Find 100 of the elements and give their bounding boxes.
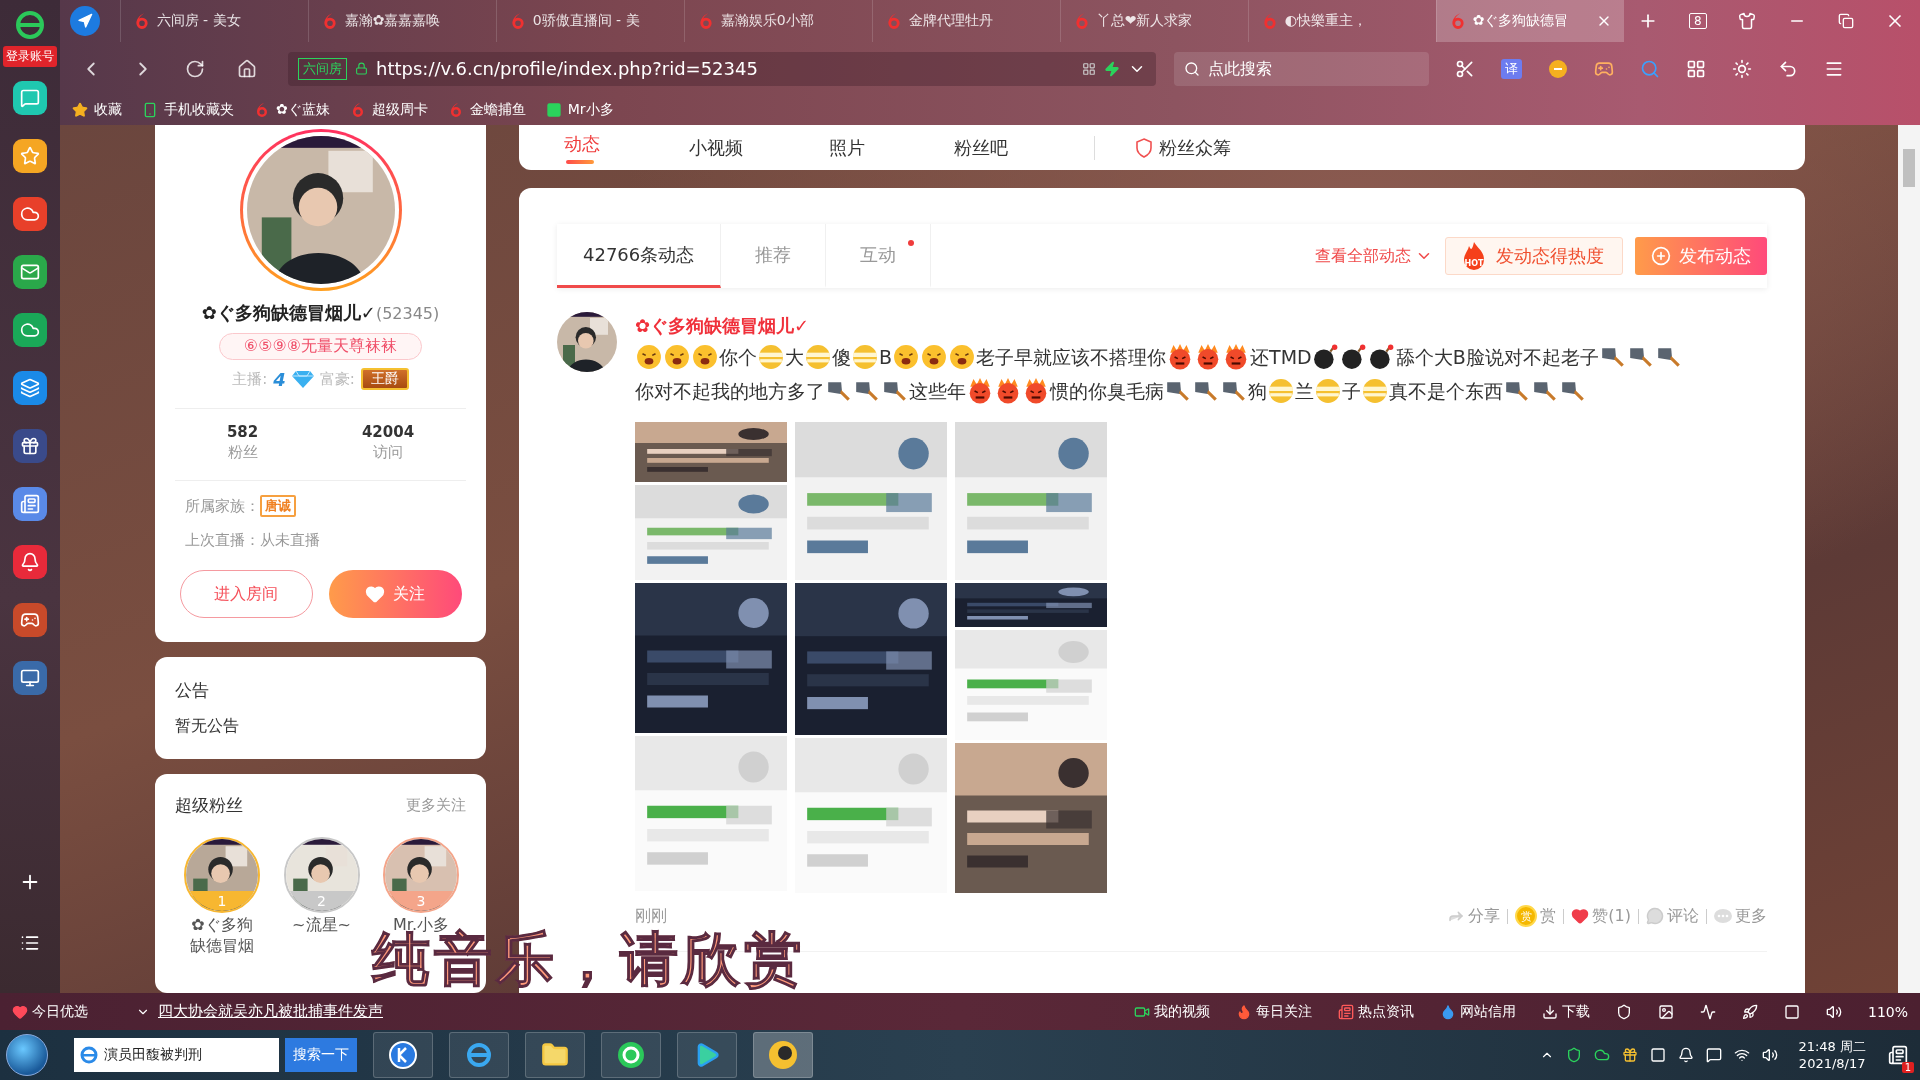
grid-icon[interactable] xyxy=(1686,58,1706,79)
comment-action[interactable]: 评论 xyxy=(1646,905,1699,927)
stat-label: 访问 xyxy=(373,443,404,462)
app-icon[interactable] xyxy=(13,197,47,231)
scrollbar-thumb[interactable] xyxy=(1903,149,1915,187)
gift-icon[interactable] xyxy=(1622,1047,1639,1063)
bookmark[interactable]: 超级周卡 xyxy=(349,101,428,119)
network-icon[interactable] xyxy=(1734,1047,1751,1063)
author-name[interactable]: ✿ぐ多狗缺德冒烟儿✓ xyxy=(635,314,1767,338)
app-icon[interactable] xyxy=(13,371,47,405)
app-icon[interactable] xyxy=(13,255,47,289)
app-icon[interactable] xyxy=(13,603,47,637)
browser-tab[interactable]: 嘉瀚✿嘉嘉嘉唤 xyxy=(307,0,496,42)
reward-action[interactable]: 赏 赏 xyxy=(1515,905,1557,927)
rocket-icon[interactable] xyxy=(1741,1003,1758,1020)
app-icon[interactable] xyxy=(13,487,47,521)
translate-button[interactable]: 译 xyxy=(1501,58,1522,79)
address-bar[interactable]: 六间房 https://v.6.cn/profile/index.php?rid=52345 xyxy=(288,51,1156,86)
tab-count[interactable]: 8 xyxy=(1688,13,1707,29)
nav-tab[interactable]: 动态 xyxy=(564,131,600,156)
browser-tab[interactable]: 六间房 - 美女 xyxy=(119,0,308,42)
app-icon[interactable] xyxy=(1650,1047,1667,1063)
browser-tab[interactable]: 丫总❤新人求家 xyxy=(1059,0,1248,42)
publish-button[interactable]: 发布动态 xyxy=(1635,237,1767,275)
post-text: 你对不起我的地方多了 xyxy=(635,380,825,402)
enter-room-button[interactable]: 进入房间 xyxy=(179,570,313,618)
play-icon[interactable] xyxy=(677,1032,737,1078)
app-icon[interactable] xyxy=(13,139,47,173)
bookmark[interactable]: 手机收藏夹 xyxy=(142,101,234,119)
bell-icon[interactable] xyxy=(1678,1047,1695,1063)
notification-icon[interactable] xyxy=(1888,1045,1908,1065)
navigation-icon[interactable] xyxy=(70,6,100,36)
more-action[interactable]: 更多 xyxy=(1714,905,1767,927)
follow-button[interactable]: 关注 xyxy=(328,570,462,618)
scissors-icon[interactable] xyxy=(1455,58,1475,79)
status-item[interactable]: 网站信用 xyxy=(1439,1002,1516,1021)
taskbar-app-icon[interactable] xyxy=(753,1032,813,1078)
login-button[interactable]: 登录账号 xyxy=(3,46,57,67)
image-icon[interactable] xyxy=(1657,1003,1674,1020)
taskbar-app-icon[interactable] xyxy=(373,1032,433,1078)
nav-tab[interactable]: 小视频 xyxy=(689,135,743,160)
more-link[interactable]: 更多关注 xyxy=(406,796,466,815)
app-icon[interactable] xyxy=(13,429,47,463)
feed-tab[interactable]: 推荐 xyxy=(721,224,827,288)
browser-tab[interactable]: ✿ぐ多狗缺德冒 xyxy=(1435,0,1624,42)
app-icon[interactable] xyxy=(13,661,47,695)
volume-icon[interactable] xyxy=(1825,1003,1842,1020)
view-all-link[interactable]: 查看全部动态 xyxy=(1315,245,1433,267)
folder-icon[interactable] xyxy=(525,1032,585,1078)
status-item[interactable]: 下载 xyxy=(1541,1002,1590,1021)
post-text: 还TMD xyxy=(1250,346,1312,368)
square-icon[interactable] xyxy=(1783,1003,1800,1020)
chat-icon[interactable] xyxy=(1706,1047,1723,1063)
nav-tab[interactable]: 粉丝众筹 xyxy=(1135,135,1231,160)
qr-icon[interactable] xyxy=(1082,61,1096,76)
bookmark[interactable]: Mr小多 xyxy=(545,101,614,119)
headline-link[interactable]: 四大协会就吴亦凡被批捕事件发声 xyxy=(158,1002,383,1021)
feed-tab[interactable]: 42766条动态 xyxy=(557,224,722,288)
menu-icon[interactable] xyxy=(20,933,40,953)
status-item[interactable]: 热点资讯 xyxy=(1337,1002,1414,1021)
nav-tab[interactable]: 粉丝吧 xyxy=(954,135,1008,160)
app-icon[interactable] xyxy=(13,81,47,115)
bolt-icon[interactable] xyxy=(1104,60,1120,77)
status-item[interactable]: 每日关注 xyxy=(1235,1002,1312,1021)
like-action[interactable]: 赞(1) xyxy=(1571,905,1631,927)
browser-tab[interactable]: 嘉瀚娱乐0小部 xyxy=(683,0,872,42)
undo-icon[interactable] xyxy=(1778,58,1798,79)
post-text: 老子早就应该不搭理你 xyxy=(976,346,1167,368)
bookmark[interactable]: ✿ぐ蓝妹 xyxy=(254,101,330,119)
coin-icon[interactable] xyxy=(1548,58,1568,79)
app-icon[interactable] xyxy=(13,545,47,579)
shield-icon[interactable] xyxy=(1566,1047,1583,1063)
search-box[interactable]: 点此搜索 xyxy=(1174,51,1429,86)
feed-tab[interactable]: 互动 xyxy=(826,224,932,288)
bookmark-label: 金蟾捕鱼 xyxy=(469,101,526,119)
author-avatar[interactable] xyxy=(557,312,617,372)
hot-button[interactable]: HOT 发动态得热度 xyxy=(1445,237,1623,275)
browser-tab[interactable]: 金牌代理牡丹 xyxy=(871,0,1060,42)
sun-icon[interactable] xyxy=(1732,58,1752,79)
cloud-icon[interactable] xyxy=(1594,1047,1611,1063)
shield-icon[interactable] xyxy=(1615,1003,1632,1020)
zoom-level[interactable]: 110% xyxy=(1867,1003,1908,1020)
share-action[interactable]: 分享 xyxy=(1447,905,1501,927)
search-field[interactable]: 点此搜索 xyxy=(1208,53,1408,84)
status-item[interactable]: 我的视频 xyxy=(1133,1002,1210,1021)
app-icon[interactable] xyxy=(13,313,47,347)
stat-value: 582 xyxy=(226,423,259,441)
search-button[interactable]: 搜索一下 xyxy=(285,1038,357,1072)
bandaged-face-icon xyxy=(852,344,878,370)
bookmark[interactable]: 金蟾捕鱼 xyxy=(447,101,526,119)
taskbar-app-icon[interactable] xyxy=(601,1032,661,1078)
bookmark[interactable]: 收藏 xyxy=(72,101,122,119)
start-button[interactable] xyxy=(6,1034,48,1076)
taskbar-search-box[interactable]: 演员田馥被判刑 xyxy=(74,1038,279,1072)
browser-tab[interactable]: ◐快樂重主， xyxy=(1247,0,1436,42)
pulse-icon[interactable] xyxy=(1699,1003,1716,1020)
nav-tab[interactable]: 照片 xyxy=(829,135,865,160)
volume-icon[interactable] xyxy=(1762,1047,1779,1063)
rank-badge: 王爵 xyxy=(360,368,409,390)
browser-tab[interactable]: 0骄傲直播间 - 美 xyxy=(495,0,684,42)
